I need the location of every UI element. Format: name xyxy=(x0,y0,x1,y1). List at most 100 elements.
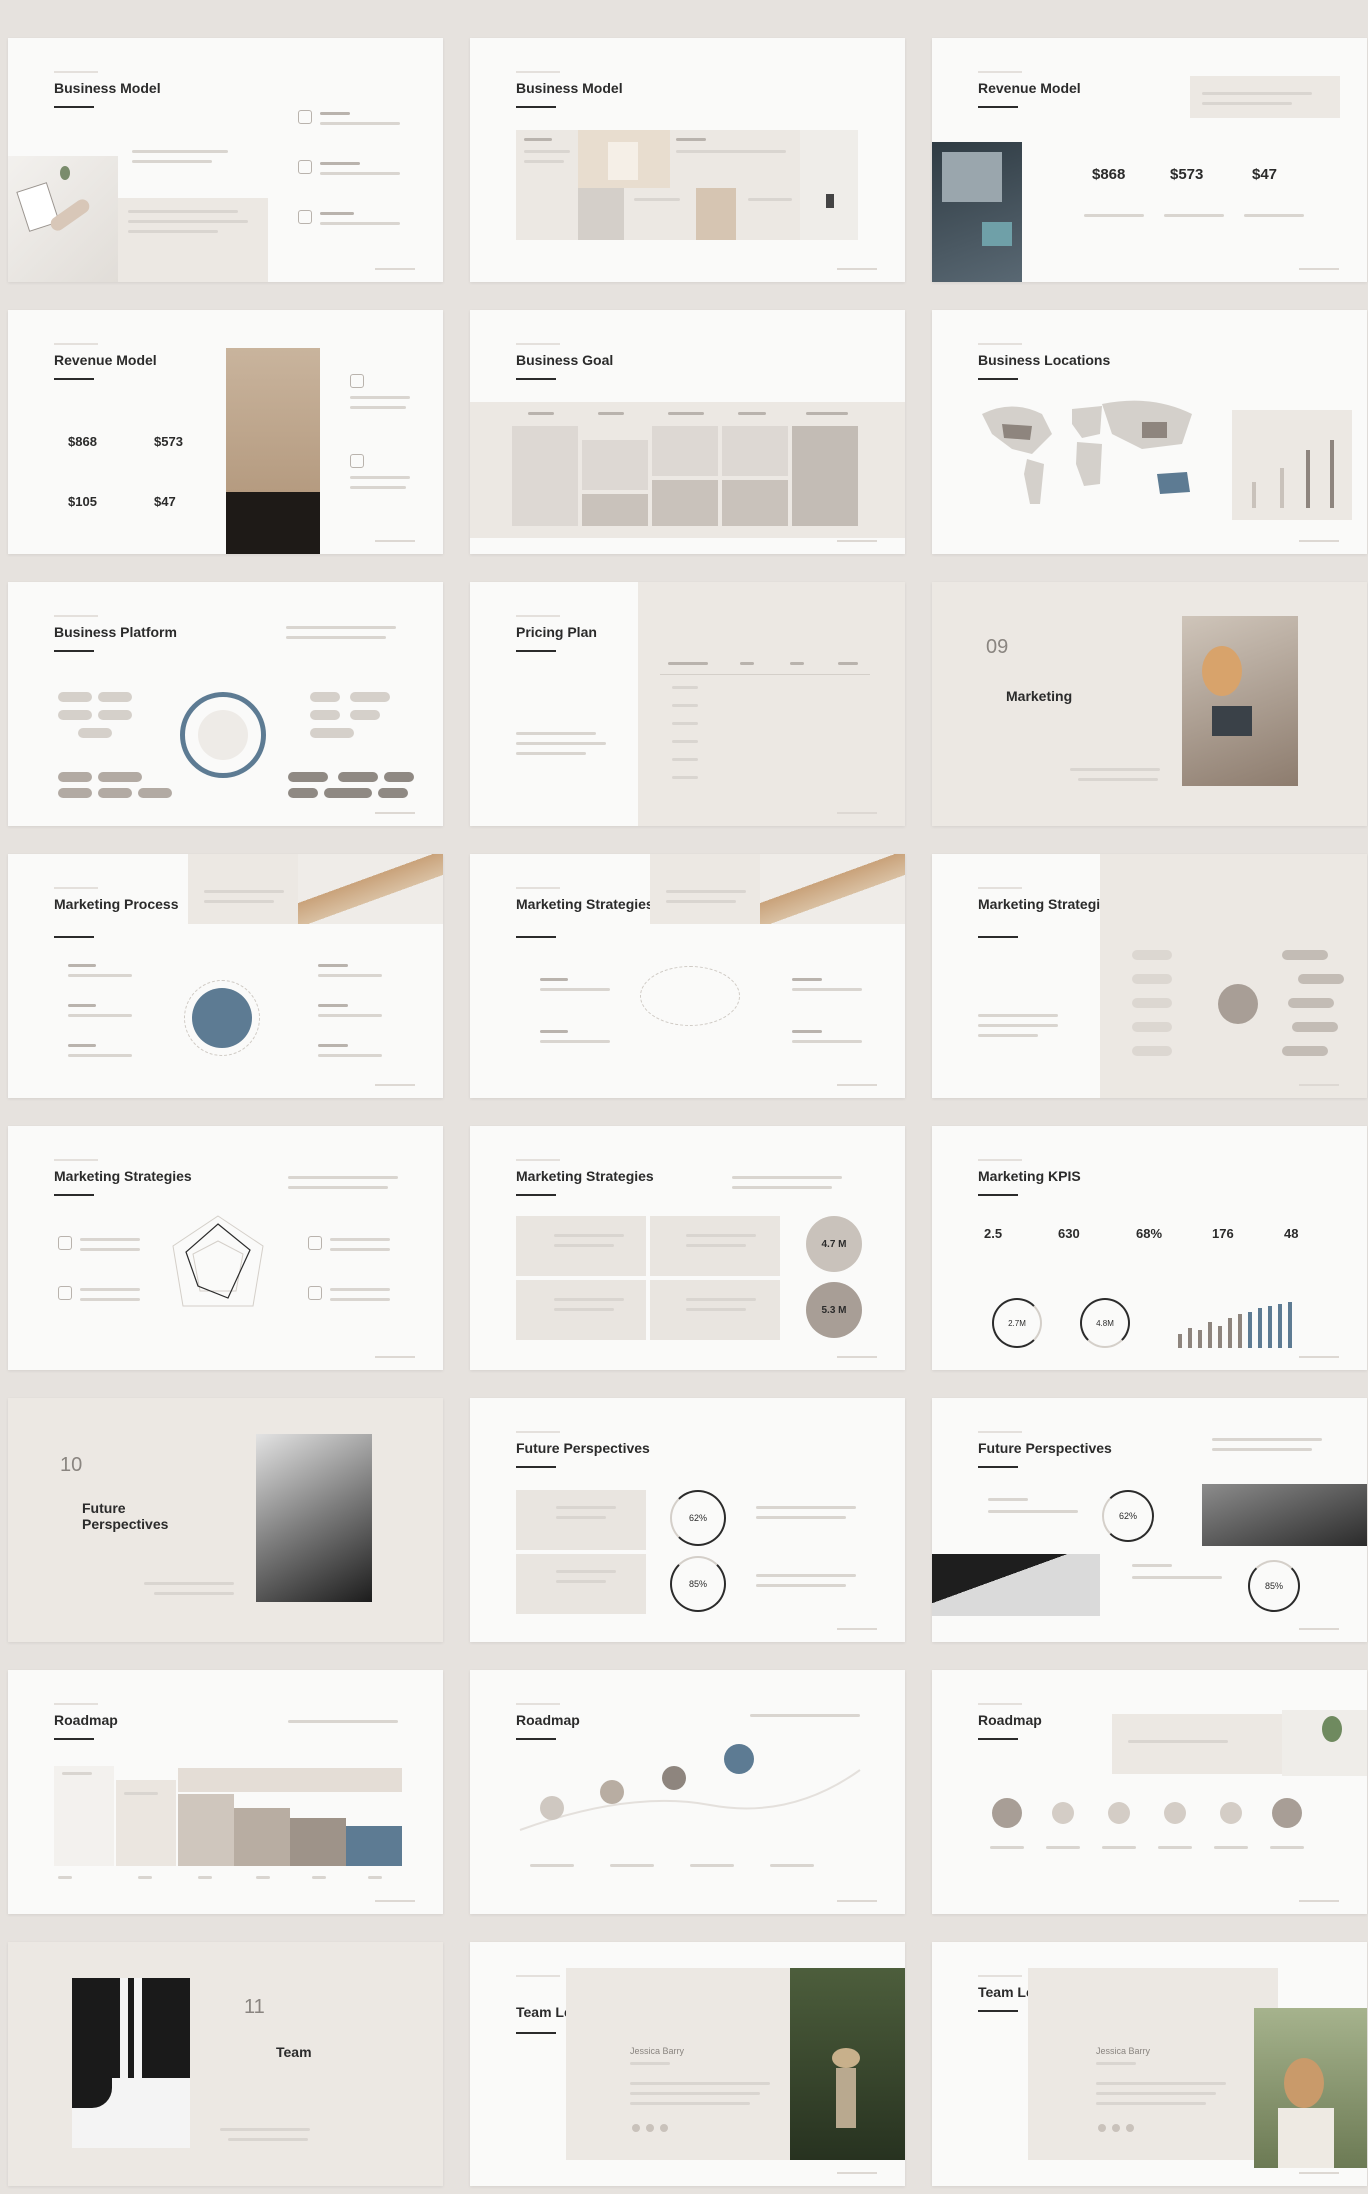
world-map xyxy=(982,400,1192,504)
paper-photo xyxy=(760,854,905,924)
milestone-dot xyxy=(1220,1802,1242,1824)
item-icon xyxy=(308,1286,322,1300)
slide-title: Business Platform xyxy=(54,624,177,640)
social-icon[interactable] xyxy=(1112,2124,1120,2132)
kpi-ring: 4.8M xyxy=(1080,1298,1130,1348)
slide-title: Marketing Strategies xyxy=(978,896,1116,912)
slide-business-locations[interactable]: Business Locations xyxy=(932,310,1367,554)
slide-title: Roadmap xyxy=(978,1712,1042,1728)
center-icon-circle xyxy=(1218,984,1258,1024)
stat-circle: 5.3 M xyxy=(806,1282,862,1338)
slide-team-leader-1[interactable]: Team Leader Jessica Barry xyxy=(470,1942,905,2186)
item-icon xyxy=(350,454,364,468)
slide-marketing-strategies-3[interactable]: Marketing Strategies xyxy=(8,1126,443,1370)
milestone-dot xyxy=(1052,1802,1074,1824)
slide-title: Future Perspectives xyxy=(516,1440,650,1456)
slide-marketing-kpis[interactable]: Marketing KPIS 2.5 630 68% 176 48 2.7M 4… xyxy=(932,1126,1367,1370)
item-icon xyxy=(298,110,312,124)
slide-title: Marketing Process xyxy=(54,896,179,912)
photo-coffee xyxy=(696,188,736,240)
stat-circle: 4.7 M xyxy=(806,1216,862,1272)
photo-plant xyxy=(800,130,858,240)
social-icon[interactable] xyxy=(646,2124,654,2132)
slide-title: Pricing Plan xyxy=(516,624,597,640)
slide-title: Roadmap xyxy=(516,1712,580,1728)
milestone-dot xyxy=(1164,1802,1186,1824)
roadmap-path xyxy=(519,1769,861,1831)
woman-portrait-photo xyxy=(1254,2008,1367,2168)
section-number: 09 xyxy=(986,636,1009,658)
slide-business-model-1[interactable]: Business Model xyxy=(8,38,443,282)
slide-future-perspectives-divider[interactable]: 10 Future Perspectives xyxy=(8,1398,443,1642)
section-number: 10 xyxy=(60,1454,83,1476)
slide-title: Marketing Strategies xyxy=(516,896,654,912)
slide-title: Business Goal xyxy=(516,352,614,368)
slide-business-platform[interactable]: Business Platform xyxy=(8,582,443,826)
kpi-value: 48 xyxy=(1284,1226,1299,1241)
item-icon xyxy=(350,374,364,388)
slide-business-model-2[interactable]: Business Model xyxy=(470,38,905,282)
social-icon[interactable] xyxy=(1098,2124,1106,2132)
slide-revenue-model-1[interactable]: Revenue Model $868 $573 $47 xyxy=(932,38,1367,282)
laptop-photo xyxy=(932,1554,1100,1616)
slide-roadmap-2[interactable]: Roadmap xyxy=(470,1670,905,1914)
progress-ring: 85% xyxy=(1248,1560,1300,1612)
slide-title: Revenue Model xyxy=(978,80,1081,96)
slide-roadmap-1[interactable]: Roadmap xyxy=(8,1670,443,1914)
paper-photo xyxy=(298,854,443,924)
photo-desk xyxy=(578,188,624,240)
slide-business-goal[interactable]: Business Goal xyxy=(470,310,905,554)
laptop-photo xyxy=(932,142,1022,282)
milestone-dot xyxy=(992,1798,1022,1828)
team-member-name: Jessica Barry xyxy=(1096,2046,1151,2056)
slide-marketing-strategies-2[interactable]: Marketing Strategies xyxy=(932,854,1367,1098)
slide-title: Business Model xyxy=(54,80,161,96)
kpi-ring: 2.7M xyxy=(992,1298,1042,1348)
item-icon xyxy=(298,160,312,174)
social-icon[interactable] xyxy=(632,2124,640,2132)
kpi-value: 630 xyxy=(1058,1226,1080,1241)
milestone-dot xyxy=(1272,1798,1302,1828)
revenue-value: $105 xyxy=(68,494,97,509)
slide-revenue-model-2[interactable]: Revenue Model $868 $573 $105 $47 xyxy=(8,310,443,554)
slide-marketing-divider[interactable]: 09 Marketing xyxy=(932,582,1367,826)
social-icon[interactable] xyxy=(1126,2124,1134,2132)
slide-title: Marketing KPIS xyxy=(978,1168,1081,1184)
slide-pricing-plan[interactable]: Pricing Plan xyxy=(470,582,905,826)
team-member-name: Jessica Barry xyxy=(630,2046,685,2056)
photo-pouch xyxy=(578,130,670,188)
milestone-dot xyxy=(1108,1802,1130,1824)
slide-future-perspectives-1[interactable]: Future Perspectives 62% 85% xyxy=(470,1398,905,1642)
slide-title: Business Model xyxy=(516,80,623,96)
slide-title: Roadmap xyxy=(54,1712,118,1728)
milestone-dot xyxy=(600,1780,624,1804)
slide-grid: Business Model Business Model Revenue Mo… xyxy=(8,38,1367,2186)
slide-roadmap-3[interactable]: Roadmap xyxy=(932,1670,1367,1914)
item-icon xyxy=(58,1286,72,1300)
milestone-dot xyxy=(662,1766,686,1790)
slide-title: Business Locations xyxy=(978,352,1111,368)
slide-marketing-strategies-4[interactable]: Marketing Strategies 4.7 M 5.3 M xyxy=(470,1126,905,1370)
milestone-dot xyxy=(724,1744,754,1774)
slide-marketing-process[interactable]: Marketing Process xyxy=(8,854,443,1098)
progress-ring: 85% xyxy=(670,1556,726,1612)
item-icon xyxy=(298,210,312,224)
kpi-value: 68% xyxy=(1136,1226,1163,1241)
revenue-value: $573 xyxy=(1170,166,1204,183)
progress-ring: 62% xyxy=(1102,1490,1154,1542)
item-icon xyxy=(58,1236,72,1250)
revenue-value: $47 xyxy=(154,494,176,509)
slide-title: Future Perspectives xyxy=(82,1500,169,1533)
slide-future-perspectives-2[interactable]: Future Perspectives 62% 85% xyxy=(932,1398,1367,1642)
social-icon[interactable] xyxy=(660,2124,668,2132)
slide-team-divider[interactable]: 11 Team xyxy=(8,1942,443,2186)
woman-tablet-photo xyxy=(1182,616,1298,786)
slide-marketing-strategies-1[interactable]: Marketing Strategies xyxy=(470,854,905,1098)
slide-title: Marketing xyxy=(1006,688,1073,704)
plant-photo xyxy=(1282,1710,1367,1776)
slide-title: Marketing Strategies xyxy=(54,1168,192,1184)
kpi-bar-chart xyxy=(1178,1288,1318,1348)
bw-abstract-photo xyxy=(72,1978,190,2148)
phone-photo xyxy=(1202,1484,1367,1546)
slide-team-leader-2[interactable]: Team Leader Jessica Barry xyxy=(932,1942,1367,2186)
